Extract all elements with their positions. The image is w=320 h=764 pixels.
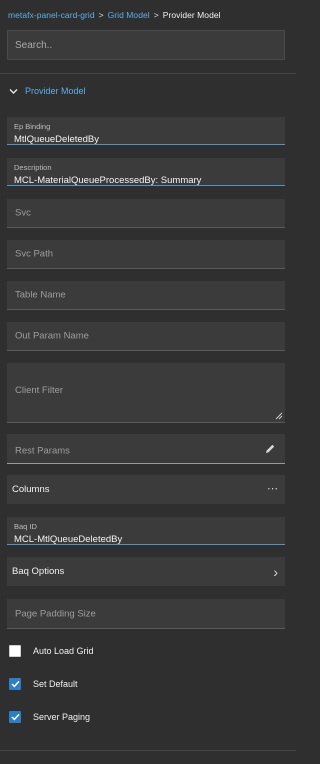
- breadcrumb-separator: >: [153, 10, 159, 20]
- svc-path-field[interactable]: Svc Path: [7, 240, 285, 269]
- divider: [0, 750, 296, 751]
- description-value: MCL-MaterialQueueProcessedBy: Summary: [14, 175, 202, 186]
- server-paging-row[interactable]: Server Paging: [9, 710, 90, 723]
- chevron-down-icon: [9, 88, 18, 95]
- set-default-row[interactable]: Set Default: [9, 677, 78, 690]
- section-header-provider-model[interactable]: Provider Model: [9, 84, 86, 98]
- page-padding-size-field[interactable]: Page Padding Size: [7, 599, 285, 629]
- section-title: Provider Model: [25, 86, 86, 96]
- breadcrumb-item-provider-model: Provider Model: [162, 10, 221, 20]
- baq-id-label: Baq ID: [14, 522, 37, 531]
- search-box: [7, 30, 285, 60]
- breadcrumb-separator: >: [98, 10, 104, 20]
- baq-id-field[interactable]: Baq ID MCL-MtlQueueDeletedBy: [7, 517, 285, 545]
- ep-binding-label: Ep Binding: [14, 122, 51, 131]
- client-filter-textarea[interactable]: Client Filter: [7, 363, 285, 423]
- svc-field[interactable]: Svc: [7, 199, 285, 228]
- breadcrumb-item-metafx-panel-card-grid[interactable]: metafx-panel-card-grid: [8, 10, 95, 20]
- breadcrumb-item-grid-model[interactable]: Grid Model: [108, 10, 150, 20]
- checkmark-icon: [10, 713, 20, 720]
- svc-path-placeholder: Svc Path: [15, 248, 54, 260]
- auto-load-grid-checkbox[interactable]: [9, 644, 21, 657]
- rest-params-placeholder: Rest Params: [15, 445, 70, 457]
- resize-grip-icon[interactable]: [275, 412, 283, 420]
- description-field[interactable]: Description MCL-MaterialQueueProcessedBy…: [7, 158, 285, 186]
- baq-options-label: Baq Options: [12, 566, 65, 577]
- server-paging-label: Server Paging: [33, 711, 91, 722]
- out-param-name-placeholder: Out Param Name: [15, 330, 89, 342]
- auto-load-grid-label: Auto Load Grid: [33, 645, 94, 656]
- ep-binding-field[interactable]: Ep Binding MtlQueueDeletedBy: [7, 117, 285, 145]
- auto-load-grid-row[interactable]: Auto Load Grid: [9, 644, 94, 657]
- baq-options-row[interactable]: Baq Options ›: [7, 557, 285, 586]
- description-label: Description: [14, 163, 52, 172]
- columns-row[interactable]: Columns ⋯: [7, 475, 285, 504]
- table-name-placeholder: Table Name: [15, 289, 66, 301]
- pencil-icon[interactable]: [264, 443, 276, 455]
- set-default-checkbox[interactable]: [9, 677, 21, 690]
- rest-params-field[interactable]: Rest Params: [7, 434, 285, 464]
- out-param-name-field[interactable]: Out Param Name: [7, 322, 285, 351]
- breadcrumb: metafx-panel-card-grid > Grid Model > Provid…: [8, 10, 292, 20]
- columns-label: Columns: [12, 484, 50, 495]
- ellipsis-icon[interactable]: ⋯: [267, 484, 278, 495]
- ep-binding-value: MtlQueueDeletedBy: [14, 134, 100, 145]
- client-filter-placeholder: Client Filter: [15, 385, 64, 396]
- server-paging-checkbox[interactable]: [9, 710, 21, 723]
- table-name-field[interactable]: Table Name: [7, 281, 285, 310]
- search-input[interactable]: [15, 39, 277, 51]
- svc-placeholder: Svc: [15, 207, 31, 219]
- baq-id-value: MCL-MtlQueueDeletedBy: [14, 534, 123, 545]
- page-padding-size-placeholder: Page Padding Size: [15, 608, 96, 619]
- chevron-right-icon: ›: [273, 563, 278, 580]
- set-default-label: Set Default: [33, 678, 78, 689]
- divider: [0, 73, 296, 74]
- checkmark-icon: [10, 680, 20, 687]
